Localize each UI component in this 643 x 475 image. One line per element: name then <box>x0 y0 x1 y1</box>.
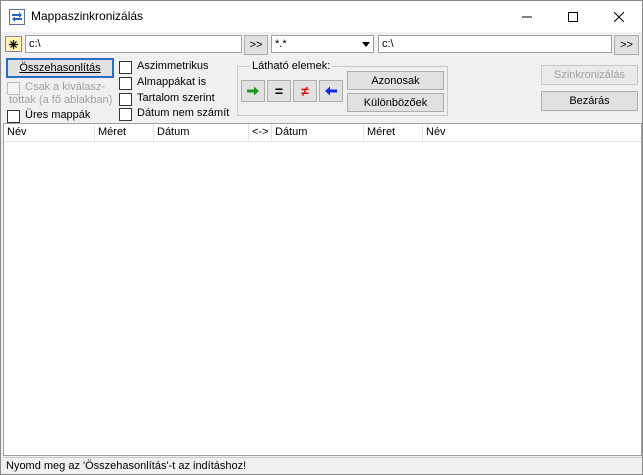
identical-button[interactable]: Azonosak <box>347 71 444 90</box>
ignore-date-checkbox[interactable]: Dátum nem számít <box>119 107 229 121</box>
minimize-button[interactable] <box>504 1 550 32</box>
different-button[interactable]: Különbözőek <box>347 93 444 112</box>
asymmetric-label: Aszimmetrikus <box>137 60 209 72</box>
list-header: Név Méret Dátum <-> Dátum Méret Név <box>4 124 641 142</box>
right-path-input[interactable]: c:\ <box>378 35 612 53</box>
close-button[interactable]: Bezárás <box>541 91 638 111</box>
ignore-date-box[interactable] <box>119 108 132 121</box>
left-folder-icon[interactable] <box>5 36 22 52</box>
asymmetric-box[interactable] <box>119 61 132 74</box>
chevron-down-icon[interactable] <box>358 36 373 52</box>
file-filter-value: *.* <box>275 38 287 50</box>
ignore-date-label: Dátum nem számít <box>137 107 230 119</box>
column-header-name-right[interactable]: Név <box>423 124 641 141</box>
sync-dialog-window: Mappaszinkronizálás c:\ >> *.* c:\ >> Ös… <box>0 0 643 475</box>
file-filter-select[interactable]: *.* <box>271 35 374 53</box>
asymmetric-checkbox[interactable]: Aszimmetrikus <box>119 60 209 74</box>
maximize-button[interactable] <box>550 1 596 32</box>
right-browse-button[interactable]: >> <box>614 35 639 55</box>
subfolders-box[interactable] <box>119 77 132 90</box>
visible-items-group-label: Látható elemek: <box>250 60 333 72</box>
by-content-checkbox[interactable]: Tartalom szerint <box>119 92 215 106</box>
show-different-button[interactable]: ≠ <box>293 80 317 102</box>
column-header-date-left[interactable]: Dátum <box>154 124 249 141</box>
left-browse-button[interactable]: >> <box>244 35 268 55</box>
arrow-left-icon <box>325 86 337 96</box>
title-bar: Mappaszinkronizálás <box>1 1 642 32</box>
show-left-newer-button[interactable] <box>241 80 265 102</box>
not-equal-icon: ≠ <box>301 83 309 99</box>
comparison-list[interactable]: Név Méret Dátum <-> Dátum Méret Név <box>3 123 642 456</box>
subfolders-checkbox[interactable]: Almappákat is <box>119 76 206 90</box>
column-header-name-left[interactable]: Név <box>4 124 95 141</box>
empty-folders-checkbox[interactable]: Üres mappák <box>7 109 90 123</box>
column-header-direction[interactable]: <-> <box>249 124 272 141</box>
only-selected-label: Csak a kiválasz- tottak (a fő ablakban) <box>9 81 113 106</box>
equal-icon: = <box>274 83 284 99</box>
empty-folders-box[interactable] <box>7 110 20 123</box>
left-path-input[interactable]: c:\ <box>25 35 242 53</box>
only-selected-checkbox[interactable]: Csak a kiválasz- tottak (a fő ablakban) <box>7 81 117 107</box>
window-title: Mappaszinkronizálás <box>31 9 144 23</box>
maximize-icon <box>568 11 578 22</box>
close-window-button[interactable] <box>596 1 642 32</box>
asterisk-icon <box>9 39 18 49</box>
arrow-right-icon <box>247 86 259 96</box>
compare-button[interactable]: Összehasonlítás <box>6 58 114 78</box>
column-header-date-right[interactable]: Dátum <box>272 124 364 141</box>
empty-folders-label: Üres mappák <box>25 109 91 121</box>
subfolders-label: Almappákat is <box>137 76 207 88</box>
close-icon <box>614 11 624 22</box>
column-header-size-left[interactable]: Méret <box>95 124 154 141</box>
sync-app-icon <box>9 9 25 25</box>
compare-button-label: Összehasonlítás <box>19 62 101 74</box>
status-bar: Nyomd meg az 'Összehasonlítás'-t az indí… <box>3 457 642 474</box>
synchronize-button[interactable]: Szinkronizálás <box>541 65 638 85</box>
by-content-label: Tartalom szerint <box>137 92 215 104</box>
by-content-box[interactable] <box>119 93 132 106</box>
minimize-icon <box>522 16 532 17</box>
show-right-newer-button[interactable] <box>319 80 343 102</box>
show-equal-button[interactable]: = <box>267 80 291 102</box>
column-header-size-right[interactable]: Méret <box>364 124 423 141</box>
